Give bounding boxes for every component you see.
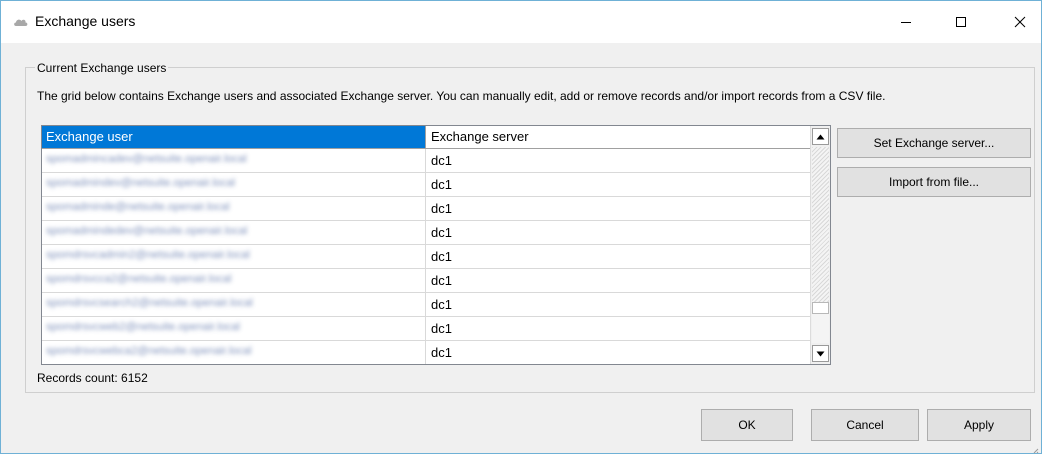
apply-button[interactable]: Apply — [927, 409, 1031, 441]
exchange-user-value: spomadmindedev@netsuite.openair.local — [46, 225, 248, 237]
table-row[interactable]: spomadmincadev@netsuite.openair.local dc… — [42, 149, 810, 173]
cancel-button[interactable]: Cancel — [811, 409, 919, 441]
exchange-server-cell[interactable]: dc1 — [426, 245, 810, 268]
users-grid[interactable]: Exchange user Exchange server spomadminc… — [41, 125, 831, 365]
grid-description: The grid below contains Exchange users a… — [37, 89, 886, 103]
exchange-user-value: spomdrsvcsearch2@netsuite.openair.local — [46, 297, 253, 309]
exchange-user-cell[interactable]: spomadminde@netsuite.openair.local — [42, 197, 426, 220]
scroll-track[interactable] — [812, 147, 829, 302]
maximize-button[interactable] — [938, 1, 984, 43]
table-row[interactable]: spomdrsvcsearch2@netsuite.openair.local … — [42, 293, 810, 317]
column-header-exchange-server[interactable]: Exchange server — [426, 126, 810, 148]
dialog-client-area: Current Exchange users The grid below co… — [1, 43, 1041, 454]
exchange-user-value: spomdrsvcwebca2@netsuite.openair.local — [46, 345, 252, 357]
close-button[interactable] — [997, 1, 1042, 43]
table-row[interactable]: spomadmindev@netsuite.openair.local dc1 — [42, 173, 810, 197]
exchange-user-value: spomadmindev@netsuite.openair.local — [46, 177, 236, 189]
grid-body: spomadmincadev@netsuite.openair.local dc… — [42, 149, 810, 364]
grid-vertical-scrollbar[interactable] — [810, 126, 830, 364]
exchange-user-cell[interactable]: spomadmindev@netsuite.openair.local — [42, 173, 426, 196]
table-row[interactable]: spomdrsvcweb2@netsuite.openair.local dc1 — [42, 317, 810, 341]
exchange-user-value: spomdrsvcadmin2@netsuite.openair.local — [46, 249, 250, 261]
exchange-server-cell[interactable]: dc1 — [426, 197, 810, 220]
window-title: Exchange users — [35, 13, 136, 29]
exchange-server-cell[interactable]: dc1 — [426, 221, 810, 244]
triangle-up-icon — [816, 134, 825, 139]
table-row[interactable]: spomdrsvcadmin2@netsuite.openair.local d… — [42, 245, 810, 269]
minimize-icon — [901, 22, 911, 23]
table-row[interactable]: spomdrsvcwebca2@netsuite.openair.local d… — [42, 341, 810, 364]
triangle-down-icon — [816, 351, 825, 356]
minimize-button[interactable] — [883, 1, 929, 43]
scroll-up-button[interactable] — [812, 128, 829, 145]
exchange-server-cell[interactable]: dc1 — [426, 173, 810, 196]
scroll-track-lower[interactable] — [812, 314, 829, 343]
scroll-thumb[interactable] — [812, 302, 829, 314]
exchange-user-cell[interactable]: spomdrsvcca2@netsuite.openair.local — [42, 269, 426, 292]
import-from-file-button[interactable]: Import from file... — [837, 167, 1031, 197]
exchange-user-cell[interactable]: spomadmincadev@netsuite.openair.local — [42, 149, 426, 172]
exchange-server-cell[interactable]: dc1 — [426, 269, 810, 292]
exchange-users-window: Exchange users Current Exchange users Th… — [0, 0, 1042, 454]
table-row[interactable]: spomadminde@netsuite.openair.local dc1 — [42, 197, 810, 221]
cloud-icon — [13, 15, 29, 27]
records-count: Records count: 6152 — [37, 371, 148, 385]
resize-grip-icon[interactable] — [1031, 443, 1039, 454]
exchange-server-cell[interactable]: dc1 — [426, 293, 810, 316]
close-icon — [1014, 16, 1026, 28]
column-header-exchange-user[interactable]: Exchange user — [42, 126, 426, 148]
ok-button[interactable]: OK — [701, 409, 793, 441]
scroll-down-button[interactable] — [812, 345, 829, 362]
exchange-user-cell[interactable]: spomdrsvcweb2@netsuite.openair.local — [42, 317, 426, 340]
maximize-icon — [956, 17, 966, 27]
exchange-user-cell[interactable]: spomdrsvcsearch2@netsuite.openair.local — [42, 293, 426, 316]
exchange-user-cell[interactable]: spomdrsvcadmin2@netsuite.openair.local — [42, 245, 426, 268]
exchange-user-cell[interactable]: spomdrsvcwebca2@netsuite.openair.local — [42, 341, 426, 364]
table-row[interactable]: spomadmindedev@netsuite.openair.local dc… — [42, 221, 810, 245]
exchange-server-cell[interactable]: dc1 — [426, 149, 810, 172]
table-row[interactable]: spomdrsvcca2@netsuite.openair.local dc1 — [42, 269, 810, 293]
exchange-user-value: spomdrsvcca2@netsuite.openair.local — [46, 273, 232, 285]
exchange-user-value: spomadminde@netsuite.openair.local — [46, 201, 230, 213]
grid-header: Exchange user Exchange server — [42, 126, 810, 149]
exchange-server-cell[interactable]: dc1 — [426, 317, 810, 340]
exchange-server-cell[interactable]: dc1 — [426, 341, 810, 364]
title-bar[interactable]: Exchange users — [1, 1, 1041, 43]
exchange-user-value: spomdrsvcweb2@netsuite.openair.local — [46, 321, 240, 333]
set-exchange-server-button[interactable]: Set Exchange server... — [837, 128, 1031, 158]
exchange-user-value: spomadmincadev@netsuite.openair.local — [46, 153, 247, 165]
group-legend: Current Exchange users — [35, 61, 169, 75]
exchange-user-cell[interactable]: spomadmindedev@netsuite.openair.local — [42, 221, 426, 244]
